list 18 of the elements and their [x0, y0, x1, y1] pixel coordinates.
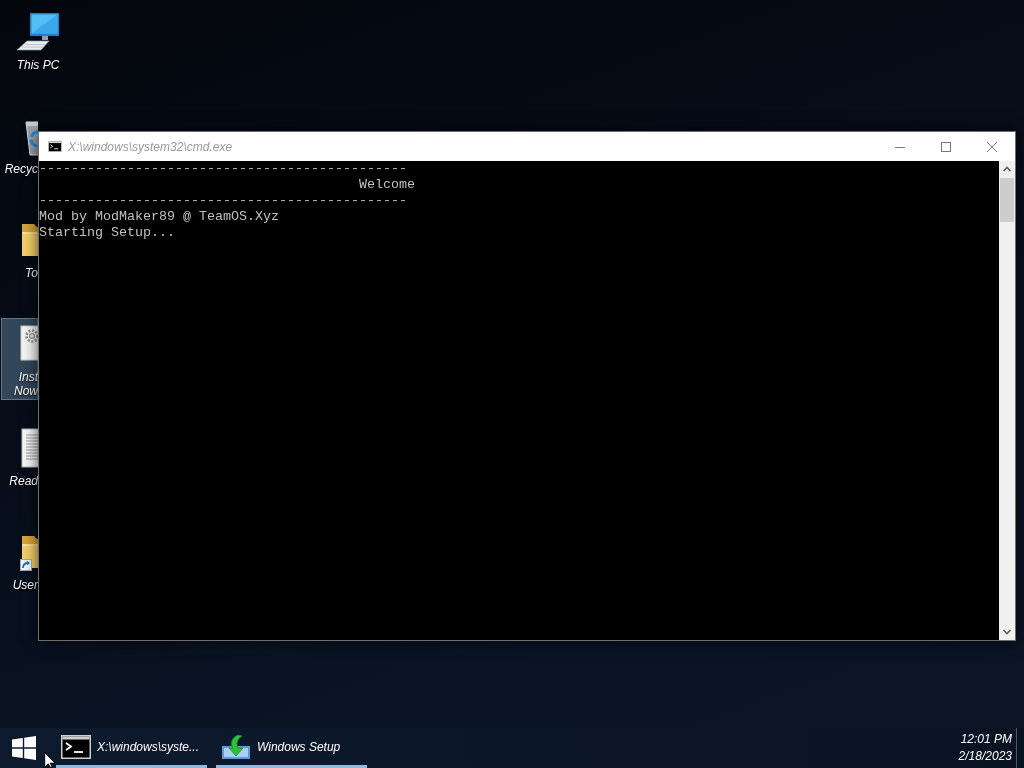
computer-icon	[16, 12, 60, 52]
terminal-icon	[48, 141, 62, 152]
mouse-pointer-icon	[44, 752, 56, 768]
clock[interactable]: 12:01 PM 2/18/2023	[950, 728, 1016, 768]
close-icon	[987, 141, 997, 152]
taskbar-button[interactable]: Windows Setup	[216, 728, 367, 768]
gear-icon	[20, 324, 38, 364]
terminal-icon	[61, 734, 91, 759]
desktop-icon[interactable]: This PC	[0, 6, 76, 88]
desktop-icon[interactable]: Inst Now	[1, 318, 38, 400]
scrollbar-thumb[interactable]	[1000, 178, 1014, 222]
arrow-into-tray-icon	[221, 734, 251, 759]
console-output: ---------------------------------------------- Welcome ---------------------------------------------- Mod by ModMaker89 @ TeamOS.Xyz Starting Setup...	[39, 161, 415, 241]
window-title: X:\windows\system32\cmd.exe	[68, 139, 233, 154]
maximize-icon	[941, 141, 951, 152]
document-icon	[20, 428, 38, 468]
taskbar-button[interactable]: X:\windows\syste...	[56, 728, 207, 768]
windows-logo-icon	[12, 736, 36, 760]
